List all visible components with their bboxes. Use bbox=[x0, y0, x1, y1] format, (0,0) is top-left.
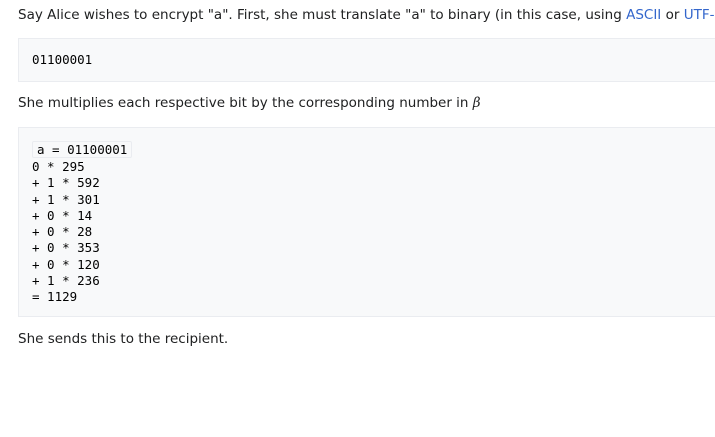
binary-code-block: 01100001 bbox=[18, 38, 715, 82]
beta-symbol: β bbox=[472, 95, 481, 111]
intro-paragraph: Say Alice wishes to encrypt "a". First, … bbox=[18, 6, 715, 25]
calc-line: + 0 * 353 bbox=[32, 240, 100, 256]
calc-line: 0 * 295 bbox=[32, 159, 85, 174]
utf8-link[interactable]: UTF-8 bbox=[684, 7, 715, 23]
binary-value: 01100001 bbox=[32, 52, 93, 67]
calc-line: + 1 * 592 bbox=[32, 175, 100, 191]
multiply-paragraph: She multiplies each respective bit by th… bbox=[18, 94, 481, 113]
calc-line: + 1 * 301 bbox=[32, 191, 100, 207]
ascii-link[interactable]: ASCII bbox=[626, 7, 661, 23]
multiply-text: She multiplies each respective bit by th… bbox=[18, 95, 473, 111]
calc-line: + 0 * 120 bbox=[32, 256, 100, 272]
calc-header: a = 01100001 bbox=[32, 141, 133, 158]
calc-result-line: = 1129 bbox=[32, 289, 78, 305]
calc-line: + 0 * 14 bbox=[32, 207, 93, 223]
closing-text: She sends this to the recipient. bbox=[18, 331, 229, 347]
calculation-code-block: a = 01100001 0 * 295 + 1 * 592 + 1 * 301 + 0… bbox=[18, 127, 715, 317]
closing-paragraph: She sends this to the recipient. bbox=[18, 330, 228, 349]
calc-line: + 1 * 236 bbox=[32, 273, 100, 289]
intro-text-before: Say Alice wishes to encrypt "a". First, … bbox=[18, 7, 627, 23]
calc-line: + 0 * 28 bbox=[32, 224, 93, 240]
intro-text-between: or bbox=[661, 7, 684, 23]
